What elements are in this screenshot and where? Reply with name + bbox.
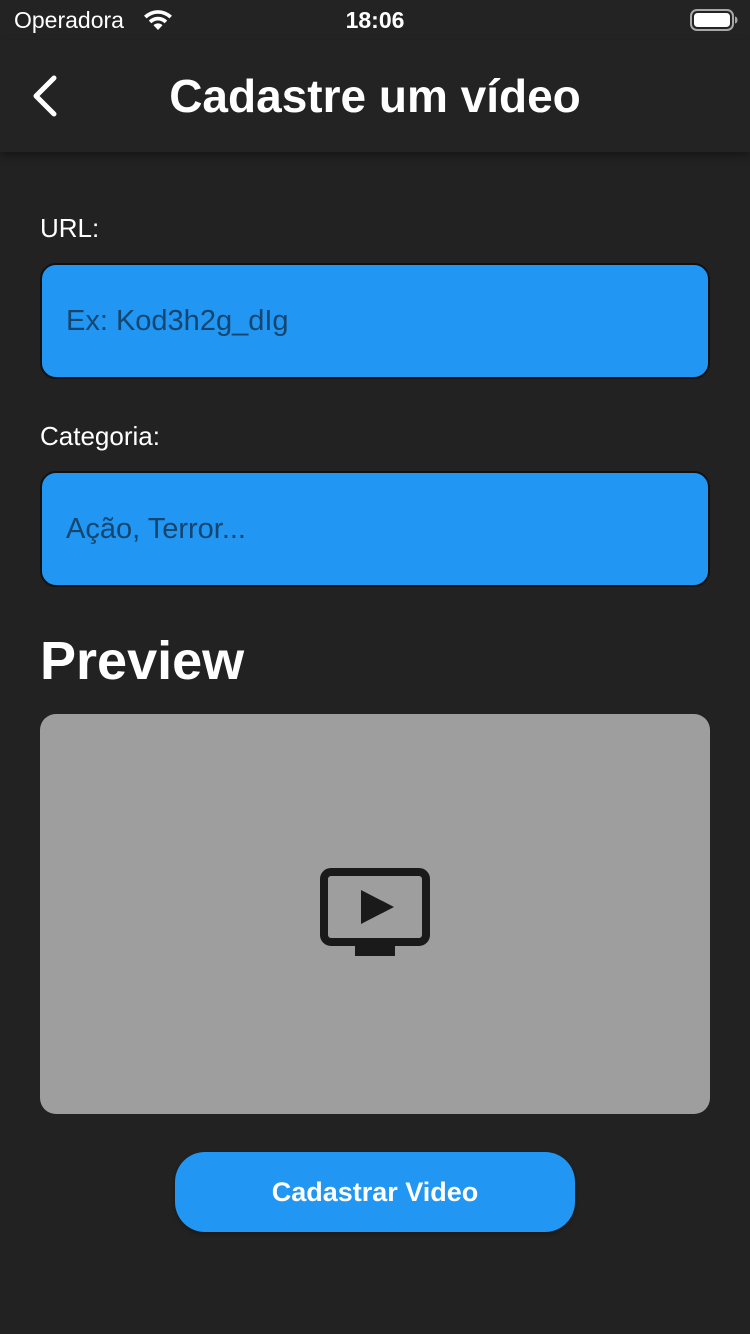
video-preview <box>40 714 710 1114</box>
category-input[interactable] <box>40 471 710 587</box>
category-label: Categoria: <box>40 421 160 451</box>
status-time: 18:06 <box>345 7 405 33</box>
preview-heading: Preview <box>40 631 245 691</box>
register-video-button[interactable]: Cadastrar Video <box>175 1152 575 1232</box>
nav-bar: Cadastre um vídeo <box>0 40 750 152</box>
status-bar: Operadora 18:06 <box>0 0 750 40</box>
url-label: URL: <box>40 213 100 243</box>
ondemand-video-icon <box>320 868 430 960</box>
page-title: Cadastre um vídeo <box>169 70 581 122</box>
url-input[interactable] <box>40 263 710 379</box>
battery-icon <box>690 9 738 31</box>
